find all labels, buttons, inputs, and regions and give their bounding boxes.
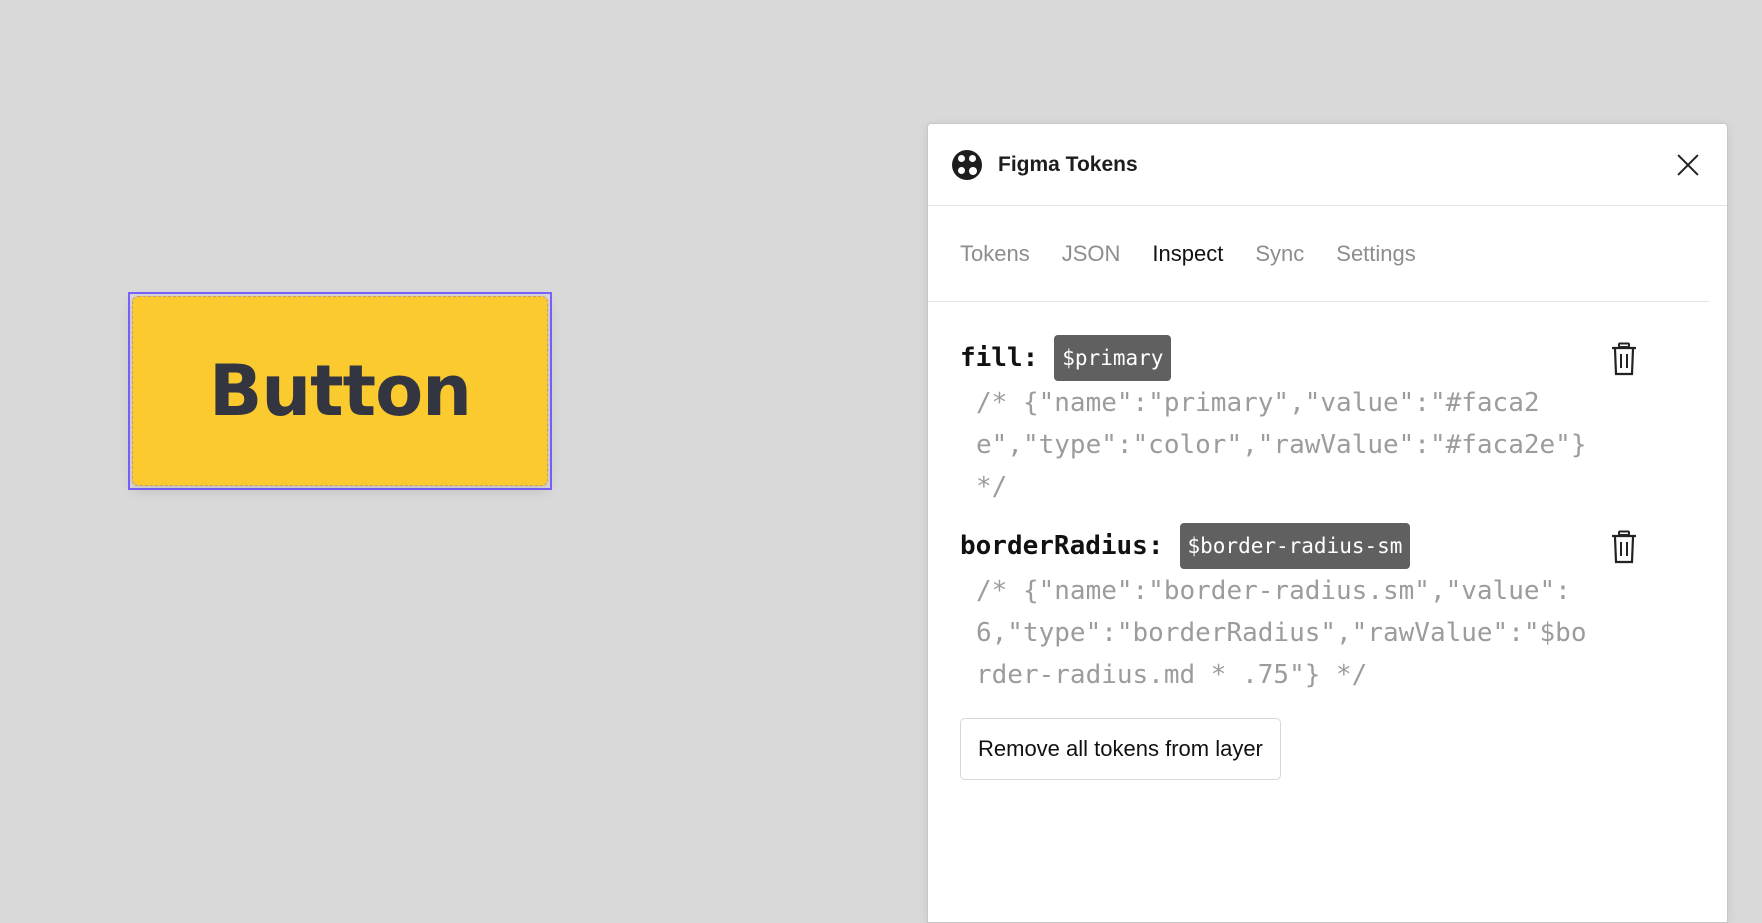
- figma-tokens-logo-icon: [952, 149, 982, 180]
- tab-inspect[interactable]: Inspect: [1152, 241, 1223, 267]
- plugin-tabs: Tokens JSON Inspect Sync Settings: [928, 206, 1709, 302]
- close-icon[interactable]: [1673, 150, 1703, 180]
- token-property-name: fill:: [960, 343, 1039, 373]
- tab-tokens[interactable]: Tokens: [960, 241, 1030, 267]
- inspect-content: fill: $primary /* {"name":"primary","val…: [928, 302, 1727, 780]
- figma-tokens-plugin-panel: Figma Tokens Tokens JSON Inspect Sync Se…: [927, 123, 1728, 923]
- figma-canvas[interactable]: Button Figma Tokens Tokens JSON Inspect …: [0, 0, 1762, 923]
- design-button-text: Button: [208, 350, 472, 432]
- trash-icon[interactable]: [1611, 342, 1637, 376]
- token-raw-value: /* {"name":"primary","value":"#faca2e","…: [976, 388, 1603, 502]
- trash-icon[interactable]: [1611, 530, 1637, 564]
- selected-layer-frame[interactable]: Button: [128, 292, 552, 490]
- plugin-title: Figma Tokens: [998, 152, 1138, 176]
- token-badge[interactable]: $border-radius-sm: [1179, 523, 1411, 569]
- remove-all-tokens-button[interactable]: Remove all tokens from layer: [960, 718, 1281, 780]
- token-property-name: borderRadius:: [960, 531, 1164, 561]
- tab-settings[interactable]: Settings: [1336, 241, 1416, 267]
- tab-sync[interactable]: Sync: [1255, 241, 1304, 267]
- tab-json[interactable]: JSON: [1062, 241, 1121, 267]
- design-button-layer[interactable]: Button: [132, 296, 548, 486]
- token-raw-value: /* {"name":"border-radius.sm","value":6,…: [976, 576, 1587, 690]
- plugin-header: Figma Tokens: [928, 124, 1727, 206]
- token-row-fill: fill: $primary /* {"name":"primary","val…: [960, 334, 1695, 508]
- token-badge[interactable]: $primary: [1054, 335, 1172, 381]
- token-row-border-radius: borderRadius: $border-radius-sm /* {"nam…: [960, 522, 1695, 696]
